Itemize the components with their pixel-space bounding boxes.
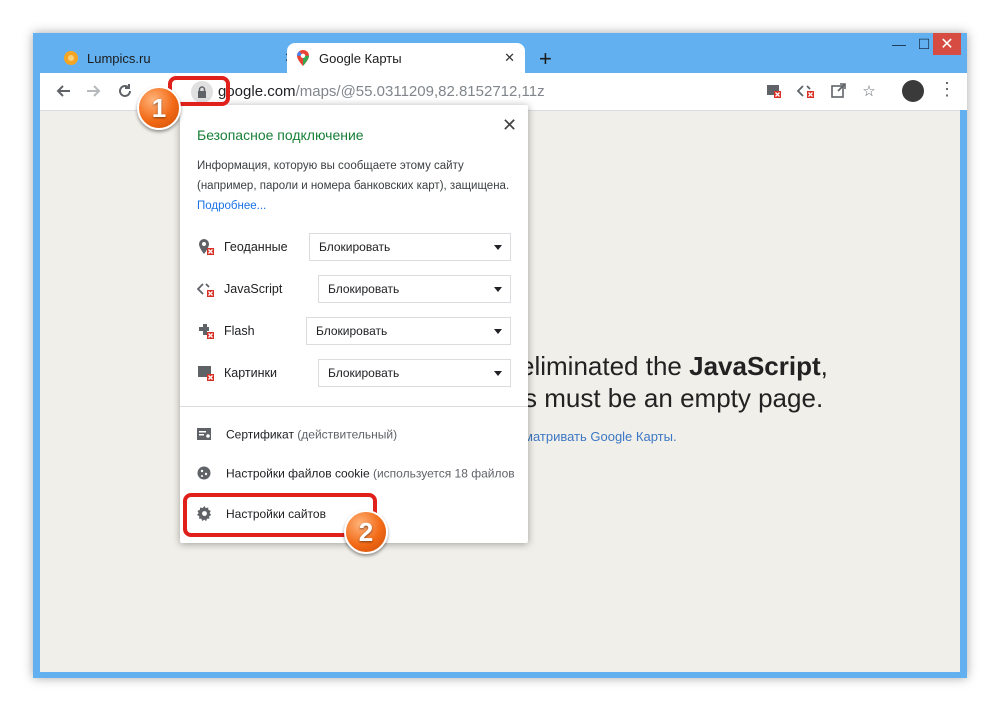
images-blocked-icon[interactable] — [762, 79, 786, 103]
tab-close-icon[interactable]: ✕ — [504, 50, 515, 66]
tab-title: Google Карты — [319, 50, 402, 66]
location-permission-select[interactable]: Блокировать — [309, 233, 511, 261]
tab-lumpics[interactable]: Lumpics.ru ✕ — [55, 43, 305, 73]
bookmark-star-icon[interactable]: ☆ — [857, 79, 881, 103]
site-info-popup: Безопасное подключение ✕ Информация, кот… — [180, 105, 528, 543]
javascript-permission-select[interactable]: Блокировать — [318, 275, 511, 303]
flash-blocked-icon — [197, 322, 215, 340]
images-blocked-icon — [197, 364, 215, 382]
forward-button[interactable] — [81, 78, 107, 104]
flash-permission-select[interactable]: Блокировать — [306, 317, 511, 345]
javascript-blocked-icon — [196, 280, 215, 298]
chevron-down-icon — [494, 371, 502, 376]
secure-connection-title: Безопасное подключение — [197, 127, 364, 143]
step-badge-2: 2 — [344, 510, 388, 554]
chevron-down-icon — [494, 329, 502, 334]
reload-icon — [119, 84, 131, 97]
cookies-row[interactable]: Настройки файлов cookie (используется 18… — [197, 466, 515, 483]
cookie-icon — [197, 466, 213, 483]
chevron-down-icon — [494, 245, 502, 250]
url-text: google.com/maps/@55.0311209,82.8152712,1… — [218, 83, 545, 100]
view-maps-link[interactable]: матривать Google Карты. — [524, 429, 677, 444]
permission-label-javascript: JavaScript — [224, 282, 283, 296]
location-blocked-icon — [197, 238, 215, 256]
open-in-app-icon[interactable] — [826, 79, 850, 103]
permission-label-location: Геоданные — [224, 240, 288, 254]
permission-label-flash: Flash — [224, 324, 255, 338]
new-tab-button[interactable]: + — [539, 46, 552, 72]
back-button[interactable] — [50, 78, 76, 104]
reload-button[interactable] — [112, 78, 138, 104]
security-description: Информация, которую вы сообщаете этому с… — [197, 160, 510, 212]
popup-close-icon[interactable]: ✕ — [502, 115, 517, 136]
lumpics-favicon-icon — [63, 50, 79, 66]
page-message-line2: s must be an empty page. — [524, 383, 824, 413]
more-menu-icon[interactable]: ⋮ — [938, 79, 956, 100]
google-maps-favicon-icon — [295, 50, 311, 66]
chevron-down-icon — [494, 287, 502, 292]
divider — [180, 406, 528, 407]
permission-label-images: Картинки — [224, 366, 277, 380]
page-message-line1: eliminated the JavaScript, — [520, 351, 828, 381]
certificate-icon — [197, 427, 213, 444]
certificate-row[interactable]: Сертификат (действительный) — [197, 427, 397, 444]
forward-arrow-icon — [87, 85, 101, 97]
avatar[interactable] — [902, 80, 924, 102]
more-link[interactable]: Подробнее... — [197, 200, 266, 212]
back-arrow-icon — [56, 85, 70, 97]
javascript-blocked-icon[interactable] — [794, 79, 818, 103]
tab-title: Lumpics.ru — [87, 50, 151, 66]
step-badge-1: 1 — [137, 86, 181, 130]
maximize-button[interactable]: ☐ — [913, 33, 935, 55]
close-window-button[interactable]: ✕ — [933, 33, 961, 55]
tab-google-maps[interactable]: Google Карты ✕ — [287, 43, 525, 73]
images-permission-select[interactable]: Блокировать — [318, 359, 511, 387]
minimize-button[interactable]: — — [887, 33, 911, 55]
